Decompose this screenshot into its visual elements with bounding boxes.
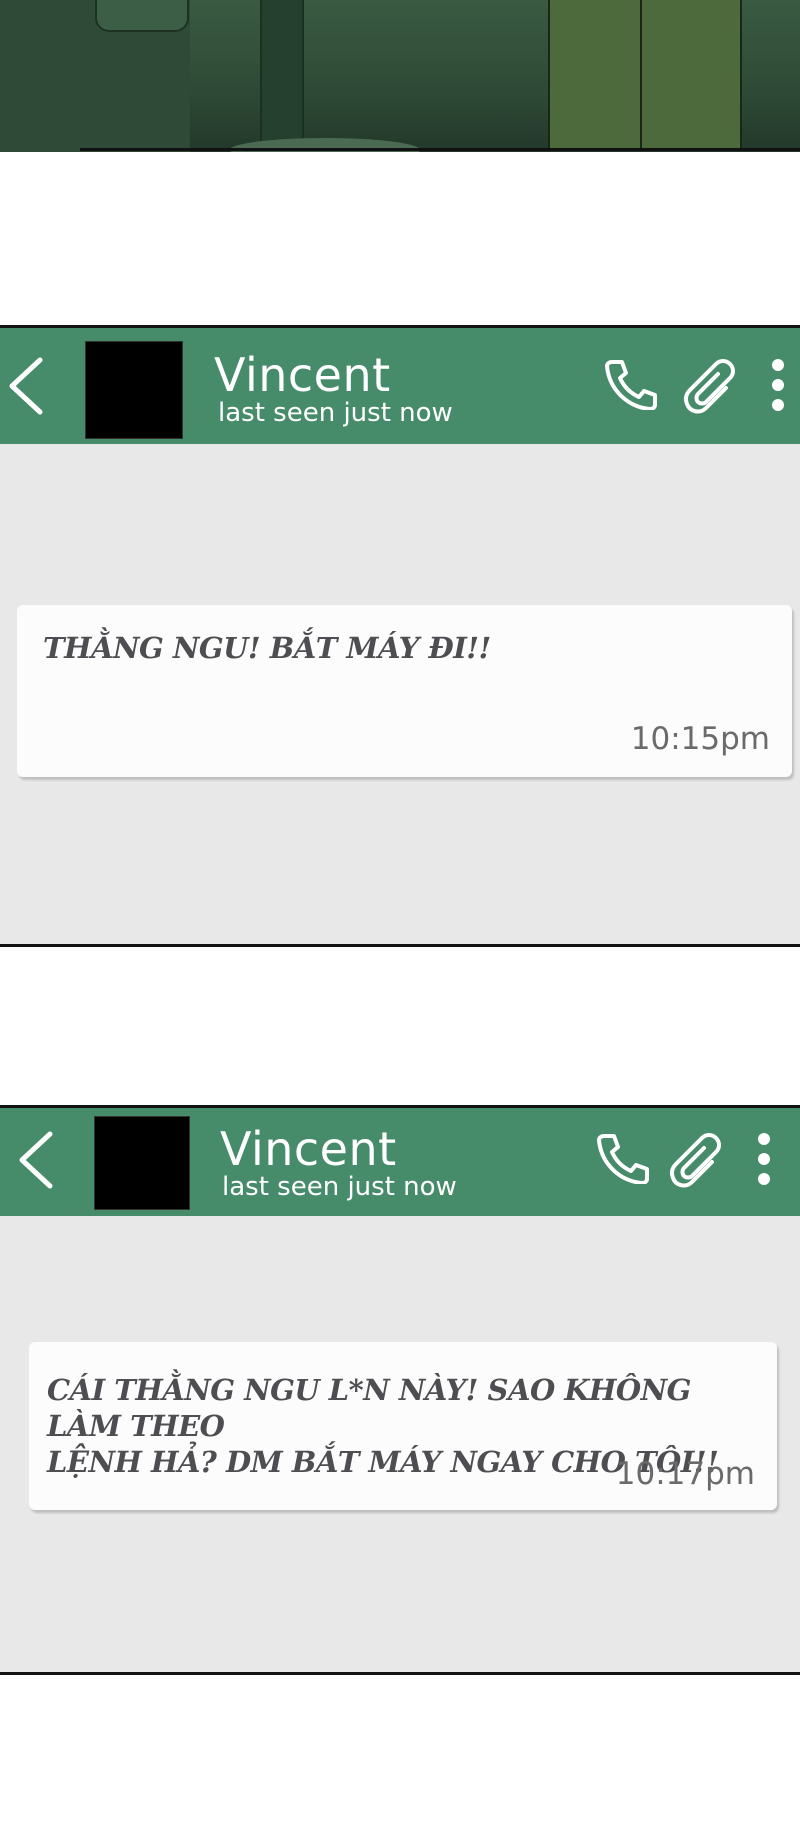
contact-status: last seen just now xyxy=(222,1172,457,1202)
avatar[interactable] xyxy=(85,341,183,439)
phone-icon xyxy=(597,1134,649,1185)
message-text-line-1: CÁI THẰNG NGU L*N NÀY! SAO KHÔNG LÀM THE… xyxy=(47,1373,691,1443)
more-vertical-icon xyxy=(758,1133,770,1185)
contact-status: last seen just now xyxy=(218,398,453,428)
message-bubble[interactable]: CÁI THẰNG NGU L*N NÀY! SAO KHÔNG LÀM THE… xyxy=(29,1342,777,1510)
chevron-left-icon xyxy=(19,1131,53,1189)
message-bubble[interactable]: THẰNG NGU! BẮT MÁY ĐI!! 10:15pm xyxy=(17,605,792,777)
message-time: 10:17pm xyxy=(615,1456,755,1492)
back-button[interactable] xyxy=(4,356,48,416)
message-text: THẰNG NGU! BẮT MÁY ĐI!! xyxy=(43,631,491,665)
avatar[interactable] xyxy=(94,1116,190,1210)
chat-screen-1: Vincent last seen just now THẰNG NGU! BẮ… xyxy=(0,325,800,947)
attach-button[interactable] xyxy=(682,354,738,414)
more-vertical-icon xyxy=(772,359,784,411)
menu-button[interactable] xyxy=(754,1132,774,1186)
menu-button[interactable] xyxy=(768,358,788,412)
phone-icon xyxy=(605,360,657,411)
scene-figure-leg-line xyxy=(640,0,642,150)
contact-name: Vincent xyxy=(220,1122,397,1176)
scene-figure-legs xyxy=(548,0,742,150)
scene-pillar xyxy=(260,0,304,152)
comic-scene-illustration xyxy=(0,0,800,152)
call-button[interactable] xyxy=(594,1132,650,1185)
paperclip-icon xyxy=(670,1133,721,1188)
contact-name: Vincent xyxy=(214,348,391,402)
chevron-left-icon xyxy=(9,357,43,415)
paperclip-icon xyxy=(684,359,735,414)
scene-border xyxy=(80,148,800,151)
message-time: 10:15pm xyxy=(630,721,770,757)
attach-button[interactable] xyxy=(668,1128,724,1188)
chat-screen-2: Vincent last seen just now CÁI THẰNG NGU… xyxy=(0,1105,800,1675)
chat-header: Vincent last seen just now xyxy=(0,328,800,444)
back-button[interactable] xyxy=(14,1130,58,1190)
call-button[interactable] xyxy=(602,358,658,411)
chat-header: Vincent last seen just now xyxy=(0,1108,800,1216)
scene-door xyxy=(95,0,189,32)
